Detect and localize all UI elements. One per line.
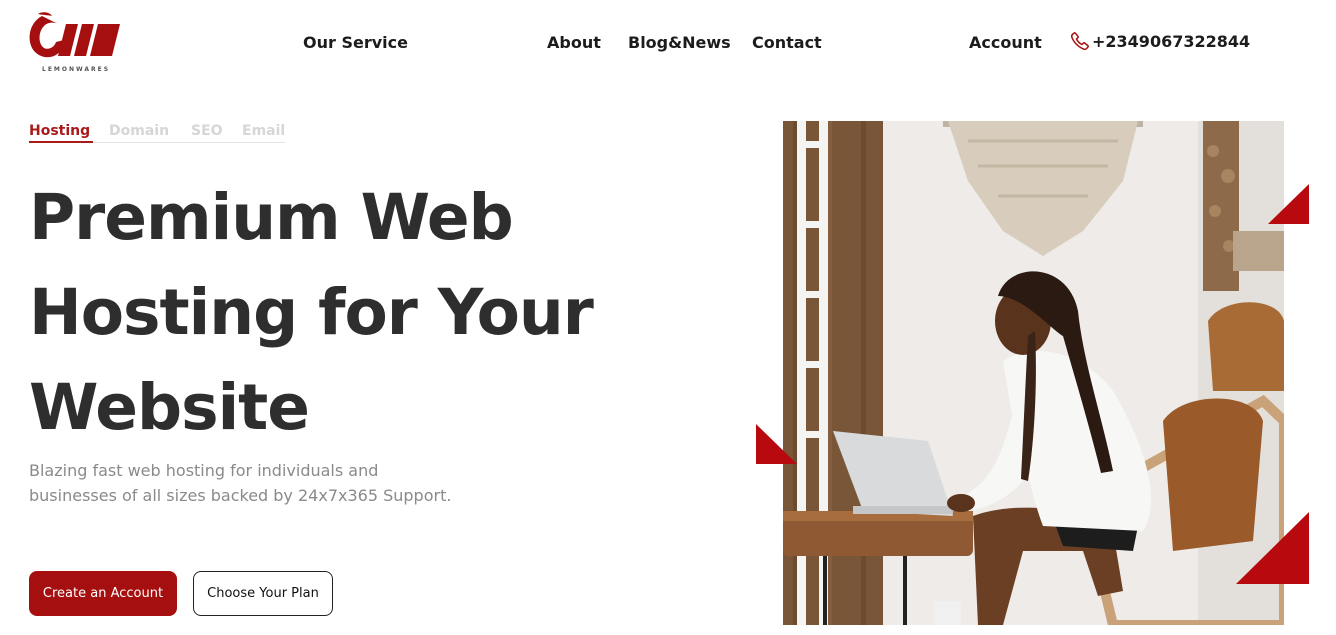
logo-wordmark: LEMONWARES: [42, 66, 111, 73]
nav-contact[interactable]: Contact: [752, 33, 822, 52]
hero-title: Premium Web Hosting for Your Website: [29, 170, 669, 455]
hero-photo: [783, 121, 1284, 625]
choose-plan-button[interactable]: Choose Your Plan: [193, 571, 333, 616]
active-tab-indicator: [29, 141, 93, 143]
tab-email[interactable]: Email: [242, 123, 285, 139]
red-triangle-decoration: [1268, 184, 1309, 224]
lemonwares-logo[interactable]: LEMONWARES: [28, 12, 124, 76]
hero-subtitle: Blazing fast web hosting for individuals…: [29, 458, 459, 508]
nav-blog-news[interactable]: Blog&News: [628, 33, 731, 52]
nav-about[interactable]: About: [547, 33, 601, 52]
service-tabs: Hosting Domain SEO Email: [29, 121, 285, 143]
phone-icon: [1070, 32, 1089, 51]
tab-domain[interactable]: Domain: [109, 123, 169, 139]
hero-title-line: Hosting for Your: [29, 276, 594, 349]
hero-subtitle-line: Blazing fast web hosting for individuals…: [29, 461, 379, 480]
phone-number: +2349067322844: [1092, 31, 1251, 51]
hero-title-line: Website: [29, 371, 310, 444]
tab-seo[interactable]: SEO: [191, 123, 223, 139]
logo-mark: [29, 12, 120, 58]
nav-our-service[interactable]: Our Service: [303, 33, 408, 52]
tab-hosting[interactable]: Hosting: [29, 123, 90, 139]
hero-title-line: Premium Web: [29, 181, 514, 254]
nav-account[interactable]: Account: [969, 33, 1042, 52]
phone-link[interactable]: +2349067322844: [1070, 31, 1250, 51]
red-triangle-decoration: [1236, 512, 1309, 584]
hero-subtitle-line: businesses of all sizes backed by 24x7x3…: [29, 486, 452, 505]
red-triangle-decoration: [756, 424, 797, 464]
create-account-button[interactable]: Create an Account: [29, 571, 177, 616]
